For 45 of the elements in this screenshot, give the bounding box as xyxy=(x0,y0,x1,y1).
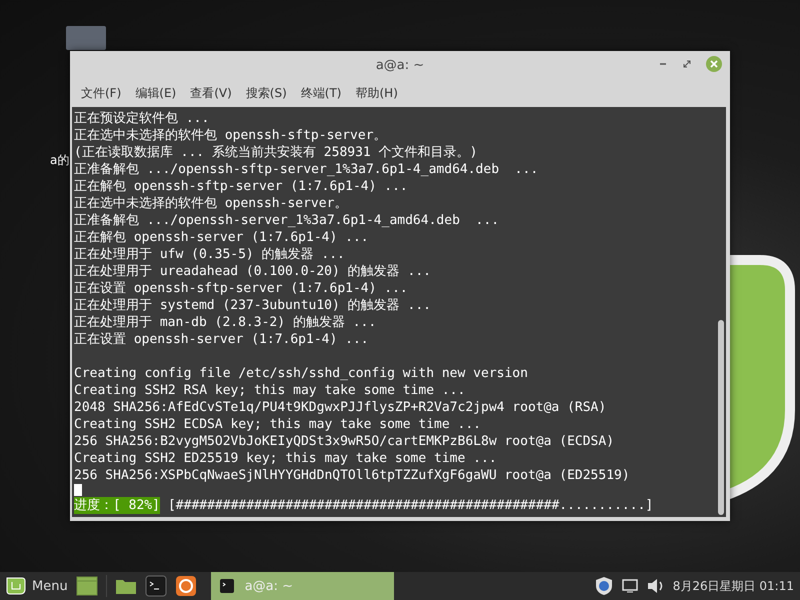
terminal-line: 正在选中未选择的软件包 openssh-server。 xyxy=(74,195,348,212)
terminal-line: Creating SSH2 RSA key; this may take some time ... xyxy=(74,382,466,399)
terminal-line: 256 SHA256:XSPbCqNwaeSjNlHYYGHdDnQTOll6tpTZZufXgF6gaWU root@a (ED25519) xyxy=(74,467,631,484)
desktop-item-label[interactable]: a的 xyxy=(50,152,70,169)
terminal-line: (正在读取数据库 ... 系统当前共安装有 258931 个文件和目录。) xyxy=(74,144,478,161)
terminal-line: 256 SHA256:B2vygM5O2VbJoKEIyQDSt3x9wR5O/cartEMKPzB6L8w root@a (ECDSA) xyxy=(74,433,616,450)
terminal-icon xyxy=(144,575,167,597)
volume-icon[interactable] xyxy=(646,578,665,594)
scrollbar-thumb[interactable] xyxy=(718,320,724,515)
folder-icon xyxy=(114,577,137,595)
terminal-line: Creating SSH2 ED25519 key; this may take some time ... xyxy=(74,450,498,467)
menu-item[interactable]: 终端(T) xyxy=(294,80,348,106)
terminal-line: 正准备解包 .../openssh-sftp-server_1%3a7.6p1-4_amd64.deb ... xyxy=(74,161,540,178)
terminal-line: 正准备解包 .../openssh-server_1%3a7.6p1-4_amd64.deb ... xyxy=(74,212,500,229)
terminal-line: Creating config file /etc/ssh/sshd_config with new version xyxy=(74,365,529,382)
browser-icon xyxy=(174,575,197,597)
progress-label: 进度：[ 82%] xyxy=(74,497,160,514)
terminal-line: 正在处理用于 man-db (2.8.3-2) 的触发器 ... xyxy=(74,314,378,331)
terminal-line: 正在处理用于 ufw (0.35-5) 的触发器 ... xyxy=(74,246,346,263)
menu-item[interactable]: 帮助(H) xyxy=(348,80,405,106)
text-cursor xyxy=(74,484,82,496)
terminal-line: 正在预设定软件包 ... xyxy=(74,110,210,127)
window-title: a@a: ~ xyxy=(376,58,424,72)
terminal-line: 正在处理用于 ureadahead (0.100.0-20) 的触发器 ... xyxy=(74,263,432,280)
terminal-line: 正在设置 openssh-sftp-server (1:7.6p1-4) ... xyxy=(74,280,409,297)
terminal-line: 正在解包 openssh-server (1:7.6p1-4) ... xyxy=(74,229,370,246)
menu-item[interactable]: 搜索(S) xyxy=(238,80,294,106)
terminal-line: 正在设置 openssh-server (1:7.6p1-4) ... xyxy=(74,331,370,348)
menu-item[interactable]: 查看(V) xyxy=(183,80,239,106)
terminal-line: 正在选中未选择的软件包 openssh-sftp-server。 xyxy=(74,127,388,144)
terminal-line: 2048 SHA256:AfEdCvSTe1q/PU4t9KDgwxPJJflysZP+R2Va7c2jpw4 root@a (RSA) xyxy=(74,399,608,416)
terminal-line: Creating SSH2 ECDSA key; this may take some time ... xyxy=(74,416,482,433)
menu-item[interactable]: 文件(F) xyxy=(74,80,128,106)
progress-text: [#################################################...........] xyxy=(168,497,654,514)
monitor-icon[interactable] xyxy=(620,578,639,594)
maximize-icon[interactable] xyxy=(682,59,692,69)
shield-icon[interactable] xyxy=(594,576,613,596)
mint-logo-icon xyxy=(6,577,26,595)
terminal-icon xyxy=(218,578,235,594)
terminal-line: 正在解包 openssh-sftp-server (1:7.6p1-4) ... xyxy=(74,178,409,195)
launcher-button[interactable] xyxy=(74,576,100,596)
menu-item[interactable]: 编辑(E) xyxy=(128,80,184,106)
menu-button[interactable]: Menu xyxy=(4,577,70,595)
terminal-line: 正在处理用于 systemd (237-3ubuntu10) 的触发器 ... xyxy=(74,297,432,314)
clock[interactable]: 8月26日星期日 01:11 xyxy=(672,578,794,594)
